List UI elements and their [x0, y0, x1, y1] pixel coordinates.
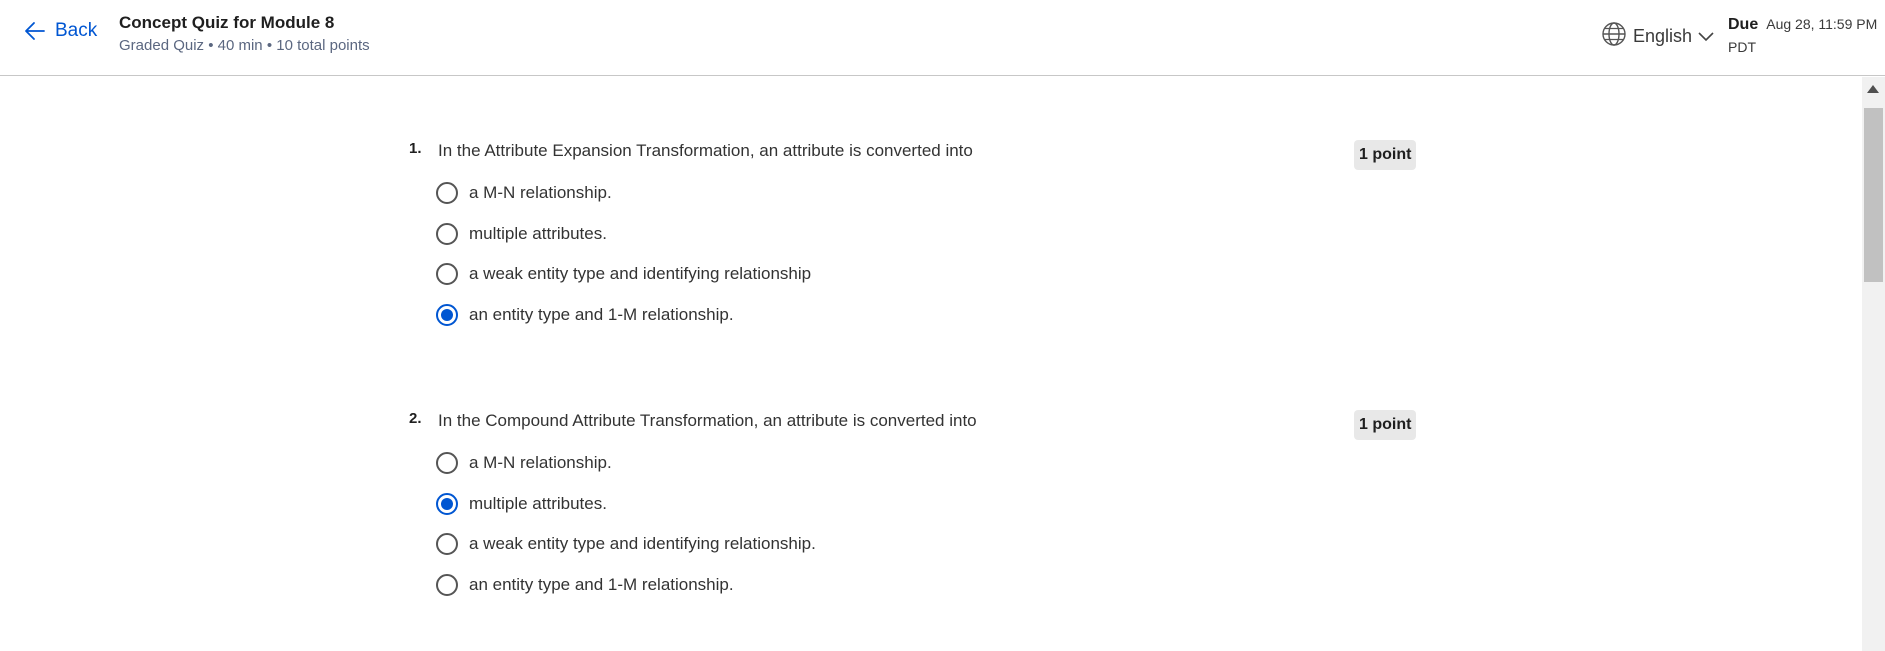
vertical-scrollbar[interactable]: [1862, 77, 1885, 651]
radio-button[interactable]: [436, 574, 458, 596]
due-timezone: PDT: [1728, 39, 1756, 55]
option-label: a weak entity type and identifying relat…: [469, 534, 816, 553]
scrollbar-thumb[interactable]: [1864, 108, 1883, 282]
globe-icon: [1601, 21, 1627, 52]
option-label: multiple attributes.: [469, 494, 607, 513]
radio-button[interactable]: [436, 182, 458, 204]
answer-option[interactable]: multiple attributes.: [436, 223, 607, 245]
radio-button[interactable]: [436, 533, 458, 555]
quiz-meta: Graded Quiz • 40 min • 10 total points: [119, 37, 370, 54]
quiz-header: Back Concept Quiz for Module 8 Graded Qu…: [0, 0, 1885, 76]
question-text: In the Attribute Expansion Transformatio…: [438, 141, 973, 160]
answer-option[interactable]: a M-N relationship.: [436, 452, 612, 474]
option-label: an entity type and 1-M relationship.: [469, 305, 734, 324]
answer-option[interactable]: multiple attributes.: [436, 493, 607, 515]
due-date: Aug 28, 11:59 PM: [1766, 16, 1878, 32]
language-selector[interactable]: English: [1601, 21, 1714, 52]
answer-option[interactable]: a weak entity type and identifying relat…: [436, 263, 811, 285]
answer-option[interactable]: an entity type and 1-M relationship.: [436, 574, 734, 596]
points-badge: 1 point: [1354, 140, 1417, 170]
radio-button[interactable]: [436, 223, 458, 245]
radio-button-selected[interactable]: [436, 304, 458, 326]
radio-button[interactable]: [436, 452, 458, 474]
page-title: Concept Quiz for Module 8: [119, 13, 335, 32]
due-info: Due Aug 28, 11:59 PM PDT: [1728, 13, 1877, 58]
answer-option[interactable]: a weak entity type and identifying relat…: [436, 533, 816, 555]
due-label: Due: [1728, 16, 1759, 33]
back-button[interactable]: Back: [24, 20, 97, 42]
back-label: Back: [55, 20, 98, 41]
answer-option[interactable]: a M-N relationship.: [436, 182, 612, 204]
chevron-down-icon: [1698, 26, 1714, 47]
radio-button[interactable]: [436, 263, 458, 285]
quiz-title-block: Concept Quiz for Module 8 Graded Quiz • …: [119, 12, 370, 57]
question-text: In the Compound Attribute Transformation…: [438, 411, 977, 430]
option-label: a weak entity type and identifying relat…: [469, 264, 812, 283]
radio-button-selected[interactable]: [436, 493, 458, 515]
quiz-content: 1. In the Attribute Expansion Transforma…: [0, 77, 1862, 651]
arrow-left-icon: [24, 20, 46, 42]
points-badge: 1 point: [1354, 410, 1417, 440]
option-label: an entity type and 1-M relationship.: [469, 575, 734, 594]
scroll-up-arrow-icon[interactable]: [1867, 85, 1879, 93]
option-label: a M-N relationship.: [469, 183, 612, 202]
question-number: 1.: [409, 140, 422, 157]
question-number: 2.: [409, 410, 422, 427]
answer-option[interactable]: an entity type and 1-M relationship.: [436, 304, 734, 326]
option-label: multiple attributes.: [469, 224, 607, 243]
option-label: a M-N relationship.: [469, 453, 612, 472]
language-label: English: [1633, 26, 1693, 46]
